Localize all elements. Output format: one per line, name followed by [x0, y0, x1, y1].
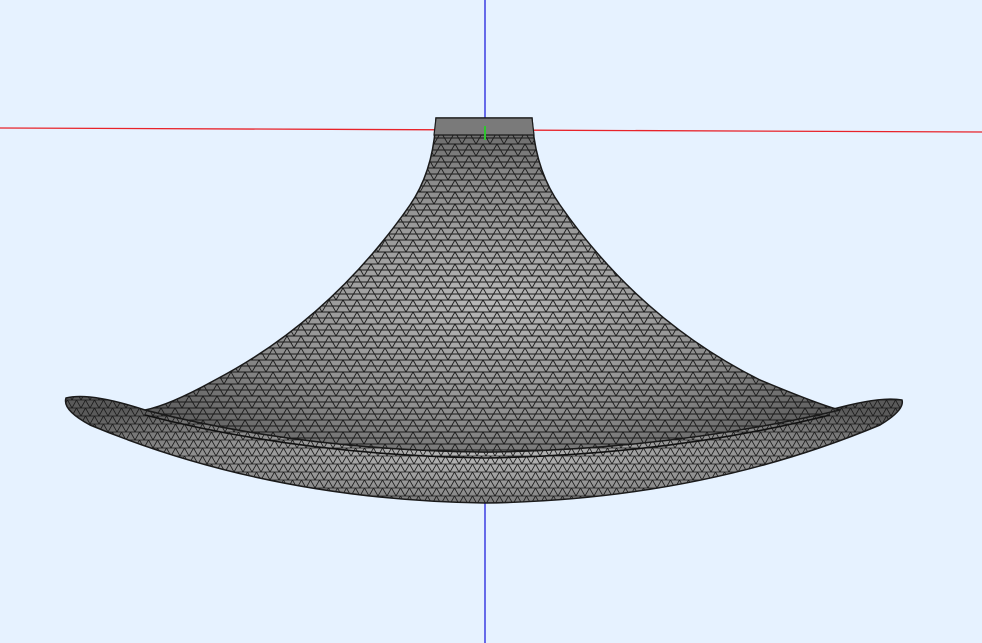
3d-viewport[interactable]: [0, 0, 982, 643]
scene-canvas[interactable]: [0, 0, 982, 643]
horn-mesh[interactable]: [64, 117, 904, 504]
